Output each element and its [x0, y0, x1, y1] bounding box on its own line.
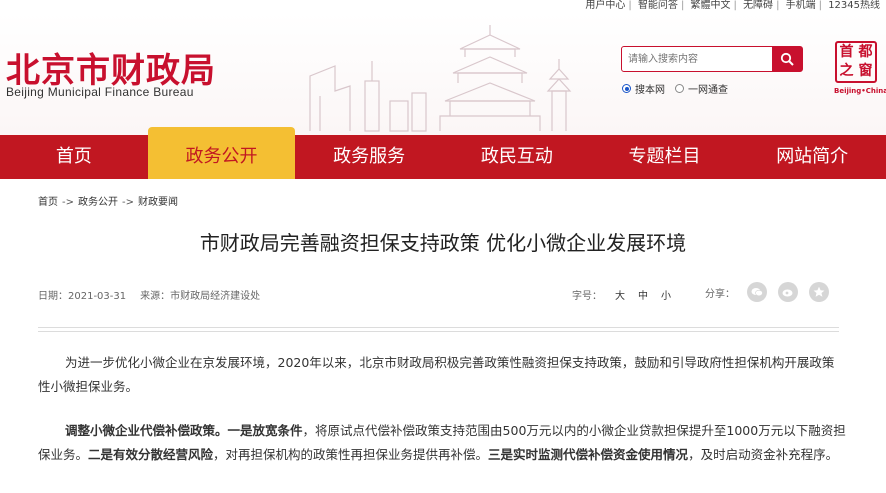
- weibo-share-icon[interactable]: [778, 282, 798, 302]
- article-date: 日期：2021-03-31: [38, 291, 127, 302]
- article-paragraph-1: 为进一步优化小微企业在京发展环境，2020年以来，北京市财政局积极完善政策性融资…: [38, 355, 835, 394]
- breadcrumb-home[interactable]: 首页: [38, 197, 58, 208]
- wechat-share-icon[interactable]: [747, 282, 767, 302]
- hotline-link[interactable]: 12345热线: [828, 0, 880, 11]
- radio-selected-icon: [622, 84, 631, 93]
- font-size-medium[interactable]: 中: [638, 287, 648, 302]
- seal-char: 窗: [858, 63, 873, 79]
- point-two-heading: 二是有效分散经营风险: [88, 447, 214, 462]
- separator: |: [628, 0, 632, 11]
- seal-char: 首: [839, 44, 854, 60]
- para-heading: 调整小微企业代偿补偿政策。: [65, 423, 228, 438]
- traditional-chinese-link[interactable]: 繁體中文: [691, 0, 731, 11]
- search-scope: 搜本网 一网通查: [622, 81, 738, 96]
- smart-qa-link[interactable]: 智能问答: [638, 0, 678, 11]
- nav-gov-services[interactable]: 政务服务: [295, 135, 443, 179]
- share-bar: 分享：: [705, 282, 840, 302]
- site-logo-subtitle: Beijing Municipal Finance Bureau: [6, 85, 194, 99]
- user-center-link[interactable]: 用户中心: [585, 0, 625, 11]
- scope-label: 搜本网: [635, 85, 665, 96]
- seal-char: 都: [858, 44, 873, 60]
- nav-gov-affairs-open[interactable]: 政务公开: [147, 127, 296, 179]
- search-box: [621, 46, 803, 72]
- breadcrumb-gov-open[interactable]: 政务公开: [78, 197, 118, 208]
- accessibility-link[interactable]: 无障碍: [743, 0, 773, 11]
- seal-caption: Beijing•China: [834, 87, 886, 95]
- site-header: 北京市财政局 Beijing Municipal Finance Bureau: [0, 13, 886, 135]
- search-icon: [780, 52, 794, 66]
- search-button[interactable]: [772, 47, 802, 71]
- point-three-heading: 三是实时监测代偿补偿资金使用情况: [488, 447, 689, 462]
- nav-home[interactable]: 首页: [0, 135, 148, 179]
- breadcrumb-separator: ->: [62, 197, 74, 208]
- main-nav: 首页 政务公开 政务服务 政民互动 专题栏目 网站简介: [0, 127, 886, 179]
- font-size-large[interactable]: 大: [615, 287, 625, 302]
- nav-about-site[interactable]: 网站简介: [738, 135, 886, 179]
- skyline-illustration-icon: [309, 25, 572, 132]
- content-divider: [38, 327, 839, 332]
- scope-this-site[interactable]: 搜本网: [622, 81, 665, 96]
- font-size-label: 字号：: [572, 291, 602, 302]
- breadcrumb-finance-news[interactable]: 财政要闻: [138, 197, 178, 208]
- nav-interaction[interactable]: 政民互动: [443, 135, 591, 179]
- breadcrumb: 首页 -> 政务公开 -> 财政要闻: [38, 193, 178, 208]
- separator: |: [733, 0, 737, 11]
- seal-char: 之: [839, 63, 854, 79]
- nav-special-topics[interactable]: 专题栏目: [591, 135, 739, 179]
- point-one-heading: 一是放宽条件: [227, 423, 303, 438]
- point-three-text: ，及时启动资金补充程序。: [688, 447, 839, 462]
- scope-all-network[interactable]: 一网通查: [675, 81, 728, 96]
- separator: |: [818, 0, 822, 11]
- font-size-control: 字号： 大 中 小: [572, 287, 671, 302]
- breadcrumb-separator: ->: [122, 197, 134, 208]
- article-title: 市财政局完善融资担保支持政策 优化小微企业发展环境: [199, 231, 687, 255]
- favorite-share-icon[interactable]: [809, 282, 829, 302]
- radio-unselected-icon: [675, 84, 684, 93]
- scope-label: 一网通查: [688, 85, 728, 96]
- share-label: 分享：: [705, 288, 735, 300]
- capital-window-seal-icon[interactable]: 首 都 之 窗: [835, 41, 877, 83]
- article-source: 来源：市财政局经济建设处: [140, 291, 261, 302]
- separator: |: [680, 0, 685, 11]
- font-size-small[interactable]: 小: [661, 287, 671, 302]
- search-input[interactable]: [622, 47, 772, 71]
- article-paragraph-2: 调整小微企业代偿补偿政策。一是放宽条件，将原试点代偿补偿政策支持范围由500万元…: [38, 419, 846, 467]
- article-meta: 日期：2021-03-31 来源：市财政局经济建设处: [38, 287, 274, 302]
- point-two-text: ，对再担保机构的政策性再担保业务提供再补偿。: [213, 447, 489, 462]
- separator: |: [776, 0, 780, 11]
- utility-bar: 用户中心 | 智能问答 | 繁體中文 | 无障碍 | 手机端 | 12345热线: [585, 0, 886, 13]
- mobile-link[interactable]: 手机端: [786, 0, 816, 11]
